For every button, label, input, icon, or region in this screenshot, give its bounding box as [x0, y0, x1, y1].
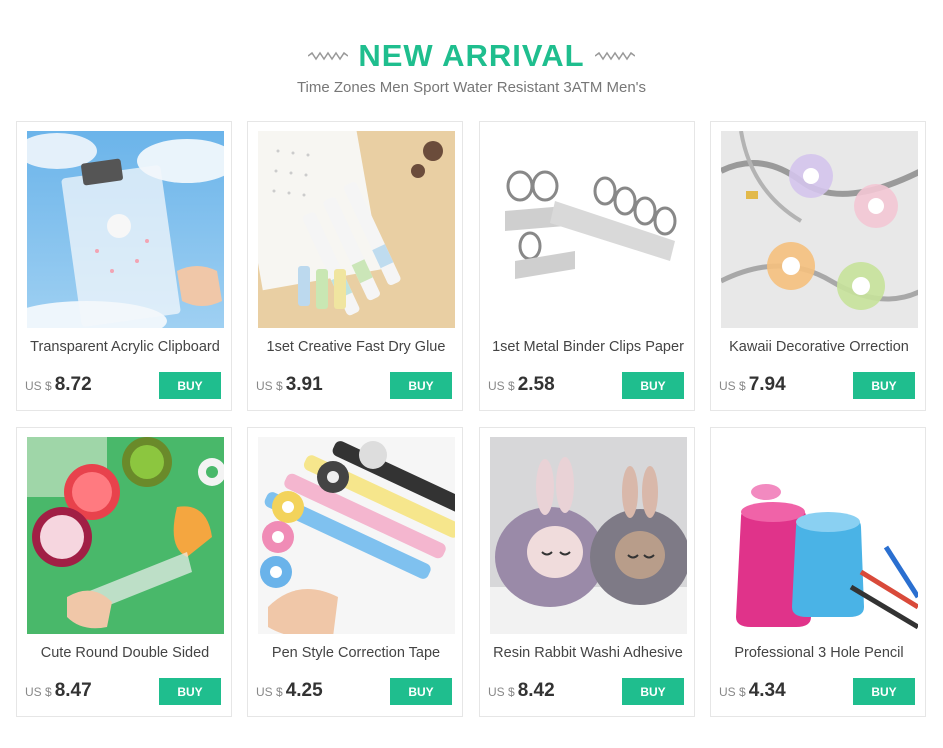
product-name[interactable]: Professional 3 Hole Pencil	[719, 644, 919, 663]
product-price: US $ 7.94	[719, 374, 786, 398]
buy-button[interactable]: BUY	[159, 372, 221, 399]
price-currency: US $	[25, 685, 52, 699]
product-image-pencil-sharpener[interactable]	[721, 437, 918, 634]
buy-button[interactable]: BUY	[159, 678, 221, 705]
product-price: US $ 8.72	[25, 374, 92, 398]
price-amount: 2.58	[517, 374, 555, 395]
product-card[interactable]: 1set Creative Fast Dry Glue US $ 3.91 BU…	[247, 121, 463, 411]
price-amount: 7.94	[748, 374, 786, 395]
product-price: US $ 3.91	[256, 374, 323, 398]
product-image-rabbit-tape[interactable]	[490, 437, 687, 634]
product-name[interactable]: 1set Creative Fast Dry Glue	[256, 338, 456, 357]
product-name[interactable]: Cute Round Double Sided	[25, 644, 225, 663]
product-name[interactable]: 1set Metal Binder Clips Paper	[488, 338, 688, 357]
price-currency: US $	[256, 685, 283, 699]
section-title: NEW ARRIVAL	[358, 38, 585, 73]
price-currency: US $	[25, 379, 52, 393]
price-amount: 8.42	[517, 680, 555, 701]
product-image-pen-correction[interactable]	[258, 437, 455, 634]
section-header: NEW ARRIVAL Time Zones Men Sport Water R…	[0, 0, 943, 120]
price-amount: 8.47	[54, 680, 92, 701]
price-amount: 3.91	[285, 374, 323, 395]
product-card[interactable]: Kawaii Decorative Orrection US $ 7.94 BU…	[710, 121, 926, 411]
price-currency: US $	[719, 685, 746, 699]
buy-button[interactable]: BUY	[853, 678, 915, 705]
product-name[interactable]: Pen Style Correction Tape	[256, 644, 456, 663]
squiggle-right-icon	[594, 51, 635, 61]
buy-button[interactable]: BUY	[390, 678, 452, 705]
product-image-correction-tape[interactable]	[721, 131, 918, 328]
price-amount: 4.34	[748, 680, 786, 701]
price-currency: US $	[488, 379, 515, 393]
product-price: US $ 8.42	[488, 680, 555, 704]
product-image-glue[interactable]	[258, 131, 455, 328]
price-currency: US $	[488, 685, 515, 699]
price-amount: 8.72	[54, 374, 92, 395]
product-card[interactable]: Transparent Acrylic Clipboard US $ 8.72 …	[16, 121, 232, 411]
product-card[interactable]: 1set Metal Binder Clips Paper US $ 2.58 …	[479, 121, 695, 411]
product-image-binder-clips[interactable]	[490, 131, 687, 328]
product-price: US $ 8.47	[25, 680, 92, 704]
price-currency: US $	[256, 379, 283, 393]
buy-button[interactable]: BUY	[853, 372, 915, 399]
product-price: US $ 4.25	[256, 680, 323, 704]
squiggle-left-icon	[308, 51, 349, 61]
product-name[interactable]: Transparent Acrylic Clipboard	[25, 338, 225, 357]
price-amount: 4.25	[285, 680, 323, 701]
buy-button[interactable]: BUY	[622, 372, 684, 399]
product-price: US $ 2.58	[488, 374, 555, 398]
buy-button[interactable]: BUY	[622, 678, 684, 705]
product-card[interactable]: Resin Rabbit Washi Adhesive US $ 8.42 BU…	[479, 427, 695, 717]
product-card[interactable]: Cute Round Double Sided US $ 8.47 BUY	[16, 427, 232, 717]
product-name[interactable]: Kawaii Decorative Orrection	[719, 338, 919, 357]
product-price: US $ 4.34	[719, 680, 786, 704]
product-card[interactable]: Pen Style Correction Tape US $ 4.25 BUY	[247, 427, 463, 717]
product-image-round-tape[interactable]	[27, 437, 224, 634]
product-name[interactable]: Resin Rabbit Washi Adhesive	[488, 644, 688, 663]
product-image-clipboard[interactable]	[27, 131, 224, 328]
title-row: NEW ARRIVAL	[0, 36, 943, 76]
section-subtitle: Time Zones Men Sport Water Resistant 3AT…	[296, 79, 647, 96]
buy-button[interactable]: BUY	[390, 372, 452, 399]
product-card[interactable]: Professional 3 Hole Pencil US $ 4.34 BUY	[710, 427, 926, 717]
price-currency: US $	[719, 379, 746, 393]
